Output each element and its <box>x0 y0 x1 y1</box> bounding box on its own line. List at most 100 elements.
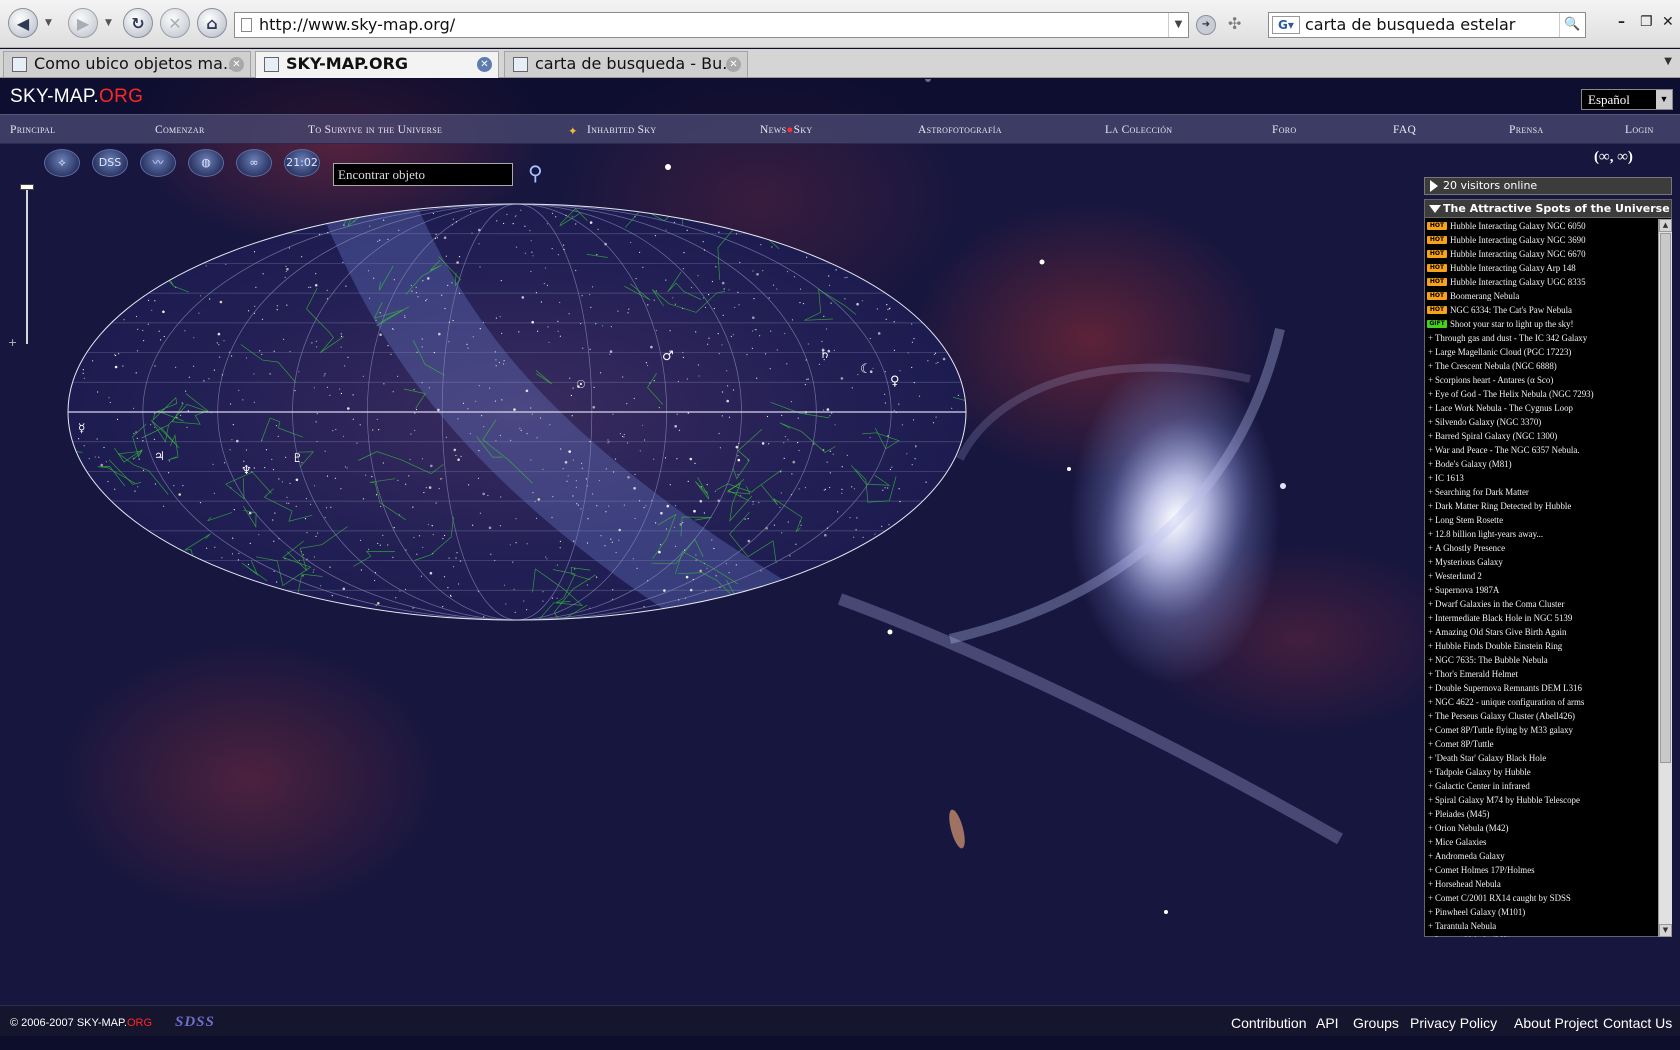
search-engine-selector[interactable]: G▾ <box>1272 16 1300 34</box>
scroll-thumb[interactable] <box>1660 233 1671 763</box>
expand-plus-icon[interactable]: + <box>1428 513 1433 527</box>
restore-icon[interactable]: ❐ <box>1640 14 1653 30</box>
expand-plus-icon[interactable]: + <box>1428 569 1433 583</box>
galactic-icon[interactable]: 〰 <box>140 149 176 177</box>
reload-button[interactable]: ↻ <box>123 8 153 38</box>
extension-icon[interactable]: ✣ <box>1228 14 1241 33</box>
spot-item[interactable]: + Long Stem Rosette <box>1425 513 1657 527</box>
spot-item[interactable]: HOT Hubble Interacting Galaxy NGC 3690 <box>1425 233 1657 247</box>
spot-item[interactable]: + Large Magellanic Cloud (PGC 17223) <box>1425 345 1657 359</box>
back-button[interactable]: ◀ <box>8 8 38 38</box>
expand-plus-icon[interactable]: + <box>1428 639 1433 653</box>
expand-plus-icon[interactable]: + <box>1428 541 1433 555</box>
sdss-logo[interactable]: SDSS <box>175 1014 215 1031</box>
spot-item[interactable]: + Through gas and dust - The IC 342 Galax… <box>1425 331 1657 345</box>
site-logo[interactable]: SKY-MAP.ORG <box>10 86 143 108</box>
language-select[interactable]: Español ▼ <box>1581 89 1673 110</box>
spot-item[interactable]: HOT Hubble Interacting Galaxy NGC 6050 <box>1425 219 1657 233</box>
expand-plus-icon[interactable]: + <box>1428 597 1433 611</box>
search-icon[interactable]: 🔍 <box>1559 13 1585 37</box>
spot-item[interactable]: +Lagoon Nebula (M8) <box>1425 933 1657 937</box>
spot-item[interactable]: + Tarantula Nebula <box>1425 919 1657 933</box>
nav-news-sky[interactable]: News●Sky <box>760 124 813 136</box>
expand-plus-icon[interactable]: + <box>1428 625 1433 639</box>
expand-plus-icon[interactable]: + <box>1428 709 1433 723</box>
expand-plus-icon[interactable]: + <box>1428 779 1433 793</box>
expand-plus-icon[interactable]: + <box>1428 737 1433 751</box>
clock-button[interactable]: 21:02 <box>284 149 320 177</box>
spot-item[interactable]: + Pleiades (M45) <box>1425 807 1657 821</box>
expand-plus-icon[interactable]: + <box>1428 457 1433 471</box>
spot-item[interactable]: + Scorpions heart - Antares (α Sco) <box>1425 373 1657 387</box>
zoom-slider[interactable]: + <box>8 184 34 354</box>
spot-item[interactable]: HOT Boomerang Nebula <box>1425 289 1657 303</box>
dss-button[interactable]: DSS <box>92 149 128 177</box>
close-tab-icon[interactable]: ✕ <box>229 57 244 72</box>
expand-plus-icon[interactable]: + <box>1428 653 1433 667</box>
expand-plus-icon[interactable]: + <box>1428 331 1433 345</box>
spot-item[interactable]: + War and Peace - The NGC 6357 Nebula. <box>1425 443 1657 457</box>
spot-item[interactable]: + Supernova 1987A <box>1425 583 1657 597</box>
scroll-up-icon[interactable]: ▲ <box>1659 219 1672 232</box>
spot-item[interactable]: HOT Hubble Interacting Galaxy NGC 6670 <box>1425 247 1657 261</box>
spot-item[interactable]: + Double Supernova Remnants DEM L316 <box>1425 681 1657 695</box>
spot-item[interactable]: + Intermediate Black Hole in NGC 5139 <box>1425 611 1657 625</box>
spot-item[interactable]: + Mice Galaxies <box>1425 835 1657 849</box>
zoom-plus-icon[interactable]: + <box>8 336 17 349</box>
nav-login[interactable]: Login <box>1625 124 1654 136</box>
constellation-icon[interactable]: ⟡ <box>44 149 80 177</box>
attractive-spots-header[interactable]: The Attractive Spots of the Universe <box>1425 200 1671 218</box>
spot-item[interactable]: + Tadpole Galaxy by Hubble <box>1425 765 1657 779</box>
expand-plus-icon[interactable]: + <box>1428 443 1433 457</box>
back-history-dropdown[interactable]: ▼ <box>45 18 52 28</box>
nav-faq[interactable]: FAQ <box>1393 124 1416 136</box>
scroll-down-icon[interactable]: ▼ <box>1659 924 1672 937</box>
spot-item[interactable]: + Hubble Finds Double Einstein Ring <box>1425 639 1657 653</box>
expand-plus-icon[interactable]: + <box>1428 415 1433 429</box>
spot-item[interactable]: + Bode's Galaxy (M81) <box>1425 457 1657 471</box>
expand-plus-icon[interactable]: + <box>1428 863 1433 877</box>
spot-item[interactable]: + Lace Work Nebula - The Cygnus Loop <box>1425 401 1657 415</box>
expand-plus-icon[interactable]: + <box>1428 667 1433 681</box>
nav-to-survive[interactable]: To Survive in the Universe <box>308 124 442 136</box>
expand-plus-icon[interactable]: + <box>1428 401 1433 415</box>
footer-link-privacy-policy[interactable]: Privacy Policy <box>1410 1015 1497 1031</box>
expand-plus-icon[interactable]: + <box>1428 527 1433 541</box>
expand-plus-icon[interactable]: + <box>1428 485 1433 499</box>
expand-plus-icon[interactable]: + <box>1428 877 1433 891</box>
nav-astrofotografia[interactable]: Astrofotografía <box>918 124 1002 136</box>
expand-plus-icon[interactable]: + <box>1428 723 1433 737</box>
spot-item[interactable]: GIFT Shoot your star to light up the sky! <box>1425 317 1657 331</box>
expand-plus-icon[interactable]: + <box>1428 695 1433 709</box>
spot-item[interactable]: + Silvendo Galaxy (NGC 3370) <box>1425 415 1657 429</box>
spot-item[interactable]: HOT NGC 6334: The Cat's Paw Nebula <box>1425 303 1657 317</box>
spot-item[interactable]: HOT Hubble Interacting Galaxy Arp 148 <box>1425 261 1657 275</box>
magnifier-icon[interactable]: ⚲ <box>528 161 543 185</box>
expand-plus-icon[interactable]: + <box>1428 905 1433 919</box>
footer-link-api[interactable]: API <box>1316 1015 1339 1031</box>
forward-history-dropdown[interactable]: ▼ <box>105 18 112 28</box>
expand-plus-icon[interactable]: + <box>1428 807 1433 821</box>
spot-item[interactable]: + Mysterious Galaxy <box>1425 555 1657 569</box>
expand-plus-icon[interactable]: + <box>1428 849 1433 863</box>
browser-search-box[interactable]: G▾ carta de busqueda estelar 🔍 <box>1268 12 1586 38</box>
spot-item[interactable]: HOT Hubble Interacting Galaxy UGC 8335 <box>1425 275 1657 289</box>
address-bar[interactable]: http://www.sky-map.org/ ▼ <box>234 12 1189 38</box>
spot-item[interactable]: + Pinwheel Galaxy (M101) <box>1425 905 1657 919</box>
address-history-dropdown[interactable]: ▼ <box>1168 13 1188 37</box>
grid-globe-icon[interactable]: ◍ <box>188 149 224 177</box>
tab-como-ubico[interactable]: Como ubico objetos ma... ✕ <box>3 51 251 77</box>
nav-prensa[interactable]: Prensa <box>1509 124 1543 136</box>
expand-plus-icon[interactable]: + <box>1428 471 1433 485</box>
minimize-icon[interactable]: – <box>1618 14 1625 30</box>
spot-item[interactable]: + Orion Nebula (M42) <box>1425 821 1657 835</box>
home-button[interactable]: ⌂ <box>197 8 227 38</box>
expand-plus-icon[interactable]: + <box>1428 793 1433 807</box>
spot-item[interactable]: + IC 1613 <box>1425 471 1657 485</box>
spot-item[interactable]: + 'Death Star' Galaxy Black Hole <box>1425 751 1657 765</box>
expand-plus-icon[interactable]: + <box>1428 765 1433 779</box>
spot-item[interactable]: + Galactic Center in infrared <box>1425 779 1657 793</box>
expand-plus-icon[interactable]: + <box>1428 821 1433 835</box>
nav-comenzar[interactable]: Comenzar <box>155 124 205 136</box>
go-button[interactable]: ➜ <box>1196 15 1216 35</box>
